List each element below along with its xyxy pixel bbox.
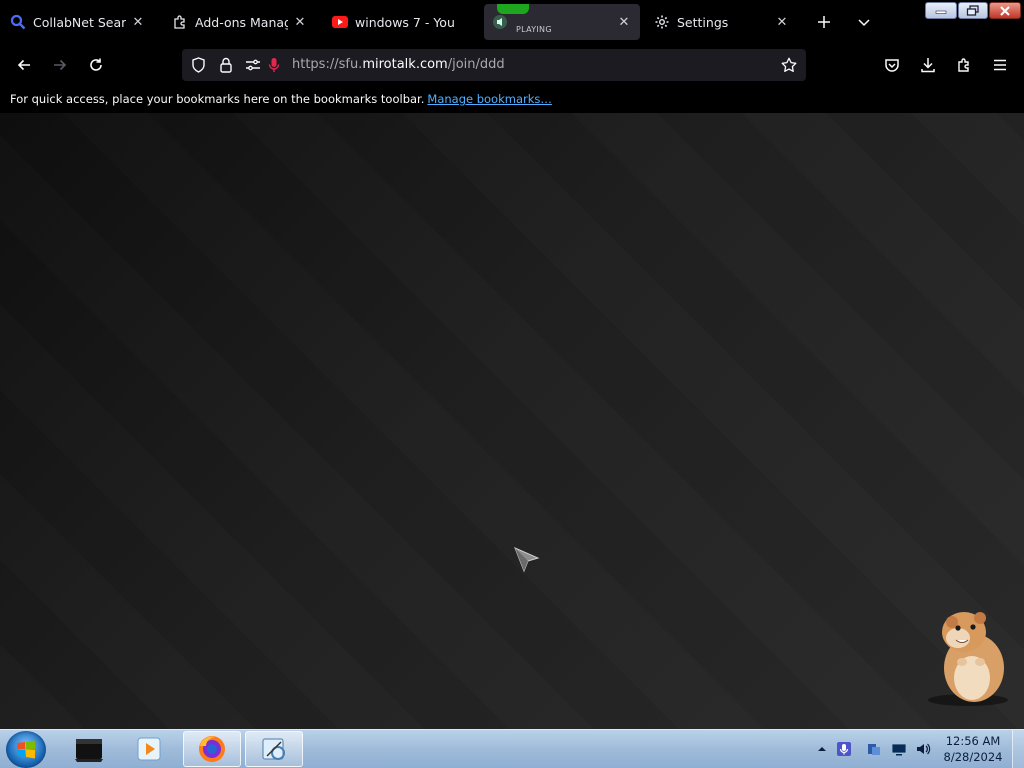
download-icon: [921, 58, 935, 73]
plus-icon: [818, 16, 830, 28]
windows-logo-icon: [17, 740, 35, 758]
reload-button[interactable]: [82, 51, 110, 79]
url-domain: mirotalk.com: [362, 57, 448, 72]
minimize-icon: [935, 10, 947, 14]
snipping-tool-icon: [262, 738, 285, 760]
manage-bookmarks-link[interactable]: Manage bookmarks…: [427, 92, 552, 106]
clock-time: 12:56 AM: [945, 734, 1001, 748]
display-tray-icon[interactable]: [891, 741, 907, 757]
tab-youtube[interactable]: windows 7 - You: [324, 4, 484, 40]
chevron-down-icon: [858, 19, 870, 27]
permissions-icon[interactable]: [245, 57, 261, 73]
app-menu-button[interactable]: [986, 51, 1014, 79]
bookmarks-hint-text: For quick access, place your bookmarks h…: [10, 92, 425, 106]
bookmark-star-icon[interactable]: [781, 57, 797, 73]
tracking-protection-icon[interactable]: [190, 57, 206, 73]
puzzle-icon: [172, 14, 188, 30]
back-arrow-icon: [17, 59, 30, 71]
downloads-button[interactable]: [914, 51, 942, 79]
lock-icon[interactable]: [218, 57, 234, 73]
taskbar-firefox[interactable]: [183, 731, 241, 767]
extensions-button[interactable]: [950, 51, 978, 79]
network-tray-icon[interactable]: [866, 741, 882, 757]
system-clock[interactable]: 12:56 AM 8/28/2024: [940, 733, 1006, 765]
url-bar[interactable]: https://sfu.mirotalk.com/join/ddd: [182, 49, 806, 81]
bookmarks-message: For quick access, place your bookmarks h…: [10, 92, 552, 106]
close-tab-icon[interactable]: ✕: [130, 14, 146, 30]
close-tab-icon[interactable]: ✕: [292, 14, 308, 30]
microphone-tray-icon[interactable]: [836, 741, 852, 757]
search-icon: [10, 14, 26, 30]
tab-title: Add-ons Manager: [195, 14, 288, 30]
gear-icon: [654, 14, 670, 30]
forward-button[interactable]: [46, 51, 74, 79]
forward-arrow-icon: [54, 59, 67, 71]
reload-icon: [90, 58, 102, 71]
speaker-icon: [492, 14, 508, 30]
puzzle-icon: [958, 58, 969, 72]
page-content[interactable]: [0, 113, 1024, 729]
media-player-icon: [137, 737, 161, 761]
new-tab-button[interactable]: [810, 8, 838, 36]
firefox-icon: [199, 736, 225, 762]
pocket-button[interactable]: [878, 51, 906, 79]
tab-addons[interactable]: Add-ons Manager ✕: [164, 4, 316, 40]
tab-title: Settings: [677, 14, 729, 30]
taskbar-snipping-tool[interactable]: [245, 731, 303, 767]
close-window-button[interactable]: [989, 2, 1021, 19]
close-tab-icon[interactable]: ✕: [774, 14, 790, 30]
minimize-button[interactable]: [925, 2, 957, 19]
tab-settings[interactable]: Settings ✕: [646, 4, 798, 40]
start-button[interactable]: [6, 731, 46, 768]
media-thumbnail: [497, 4, 529, 14]
back-button[interactable]: [10, 51, 38, 79]
show-desktop-button[interactable]: [1012, 730, 1024, 768]
restore-icon: [966, 4, 979, 16]
restore-button[interactable]: [958, 2, 988, 19]
volume-tray-icon[interactable]: [915, 741, 931, 757]
tab-title: CollabNet SearXNG: [33, 14, 126, 30]
taskbar: 12:56 AM 8/28/2024: [0, 729, 1024, 768]
url-path: /join/ddd: [447, 57, 505, 72]
hamster-desktop-pet-icon: [928, 612, 1008, 706]
show-hidden-icons-chevron-icon[interactable]: [814, 741, 830, 757]
list-all-tabs-button[interactable]: [850, 8, 878, 36]
tab-searxng[interactable]: CollabNet SearXNG ✕: [2, 4, 154, 40]
pocket-icon: [885, 59, 899, 72]
bookmarks-toolbar: For quick access, place your bookmarks h…: [0, 86, 1024, 112]
microphone-icon[interactable]: [266, 57, 282, 73]
youtube-icon: [332, 14, 348, 30]
taskbar-media-player[interactable]: [120, 731, 178, 767]
close-tab-icon[interactable]: ✕: [616, 14, 632, 30]
playing-label: PLAYING: [516, 25, 552, 34]
terminal-icon: [75, 739, 103, 762]
clock-date: 8/28/2024: [943, 750, 1003, 764]
close-icon: [1000, 5, 1010, 16]
mouse-cursor-icon: [514, 547, 540, 573]
url-prefix: https://sfu.: [292, 57, 363, 72]
taskbar-terminal[interactable]: [60, 731, 118, 767]
tab-title: windows 7 - You: [355, 14, 455, 30]
hamburger-menu-icon: [994, 59, 1006, 71]
url-text[interactable]: https://sfu.mirotalk.com/join/ddd: [292, 57, 505, 72]
tab-strip: CollabNet SearXNG ✕ Add-ons Manager ✕ wi…: [0, 0, 1024, 44]
navigation-toolbar: https://sfu.mirotalk.com/join/ddd: [0, 44, 1024, 86]
